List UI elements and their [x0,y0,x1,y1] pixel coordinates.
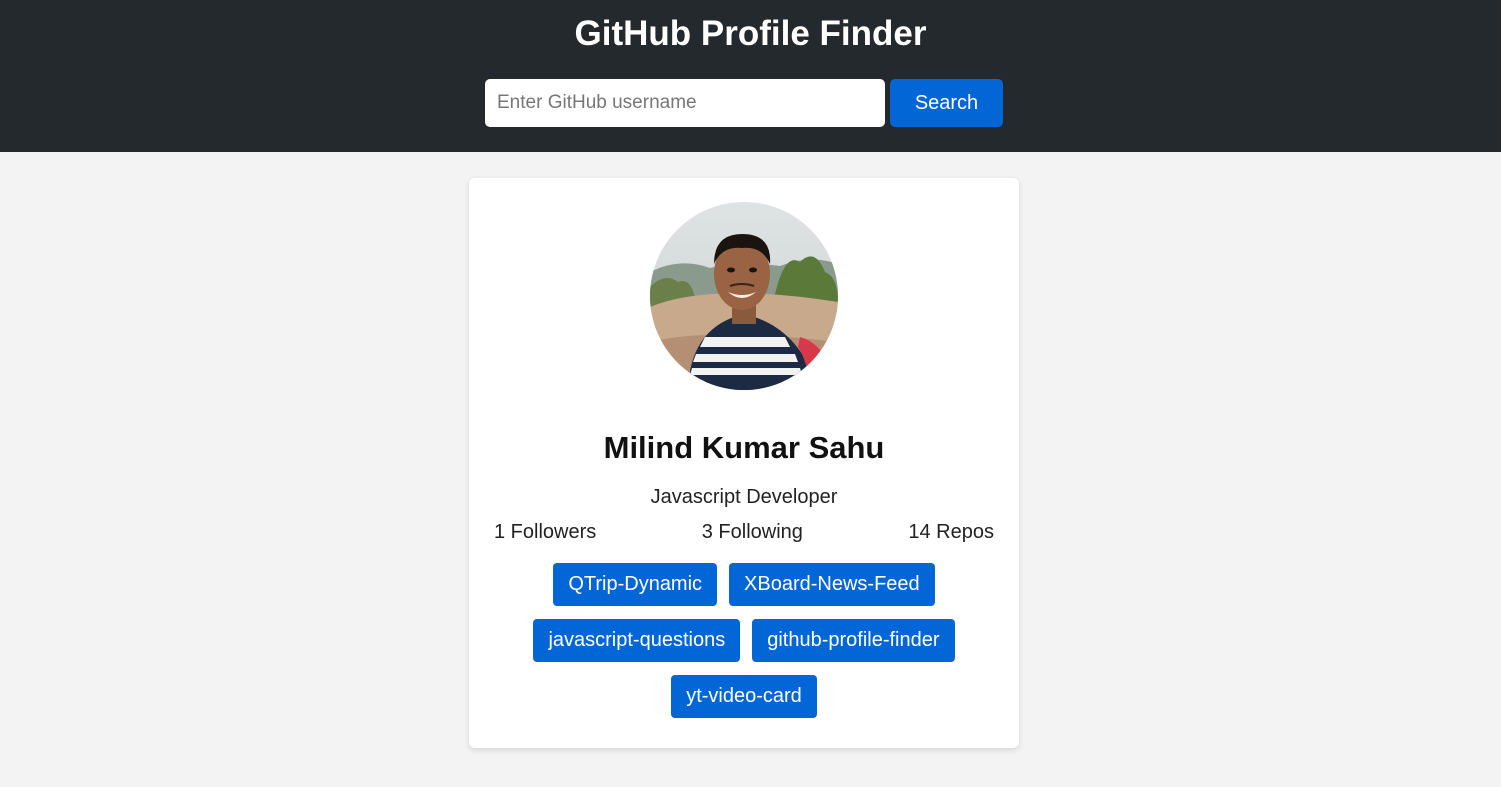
avatar [650,202,838,390]
repo-button-yt-video-card[interactable]: yt-video-card [671,675,817,718]
repo-button-javascript-questions[interactable]: javascript-questions [533,619,741,662]
repo-button-xboard-news-feed[interactable]: XBoard-News-Feed [729,563,935,606]
user-photo-avatar-icon [650,202,838,390]
username-search-input[interactable] [485,79,885,127]
repository-list: QTrip-Dynamic XBoard-News-Feed javascrip… [509,563,979,718]
profile-bio: Javascript Developer [650,486,838,508]
repos-count: 14 Repos [908,521,994,543]
following-count: 3 Following [701,521,803,543]
repo-button-qtrip-dynamic[interactable]: QTrip-Dynamic [553,563,718,606]
app-header: GitHub Profile Finder Search [0,0,1501,152]
profile-stats: 1 Followers 3 Following 14 Repos [494,519,994,545]
profile-name: Milind Kumar Sahu [603,430,885,465]
profile-card: Milind Kumar Sahu Javascript Developer 1… [469,178,1019,748]
repo-button-github-profile-finder[interactable]: github-profile-finder [752,619,955,662]
app-title: GitHub Profile Finder [574,14,927,53]
followers-count: 1 Followers [494,521,597,543]
search-button[interactable]: Search [890,79,1003,127]
